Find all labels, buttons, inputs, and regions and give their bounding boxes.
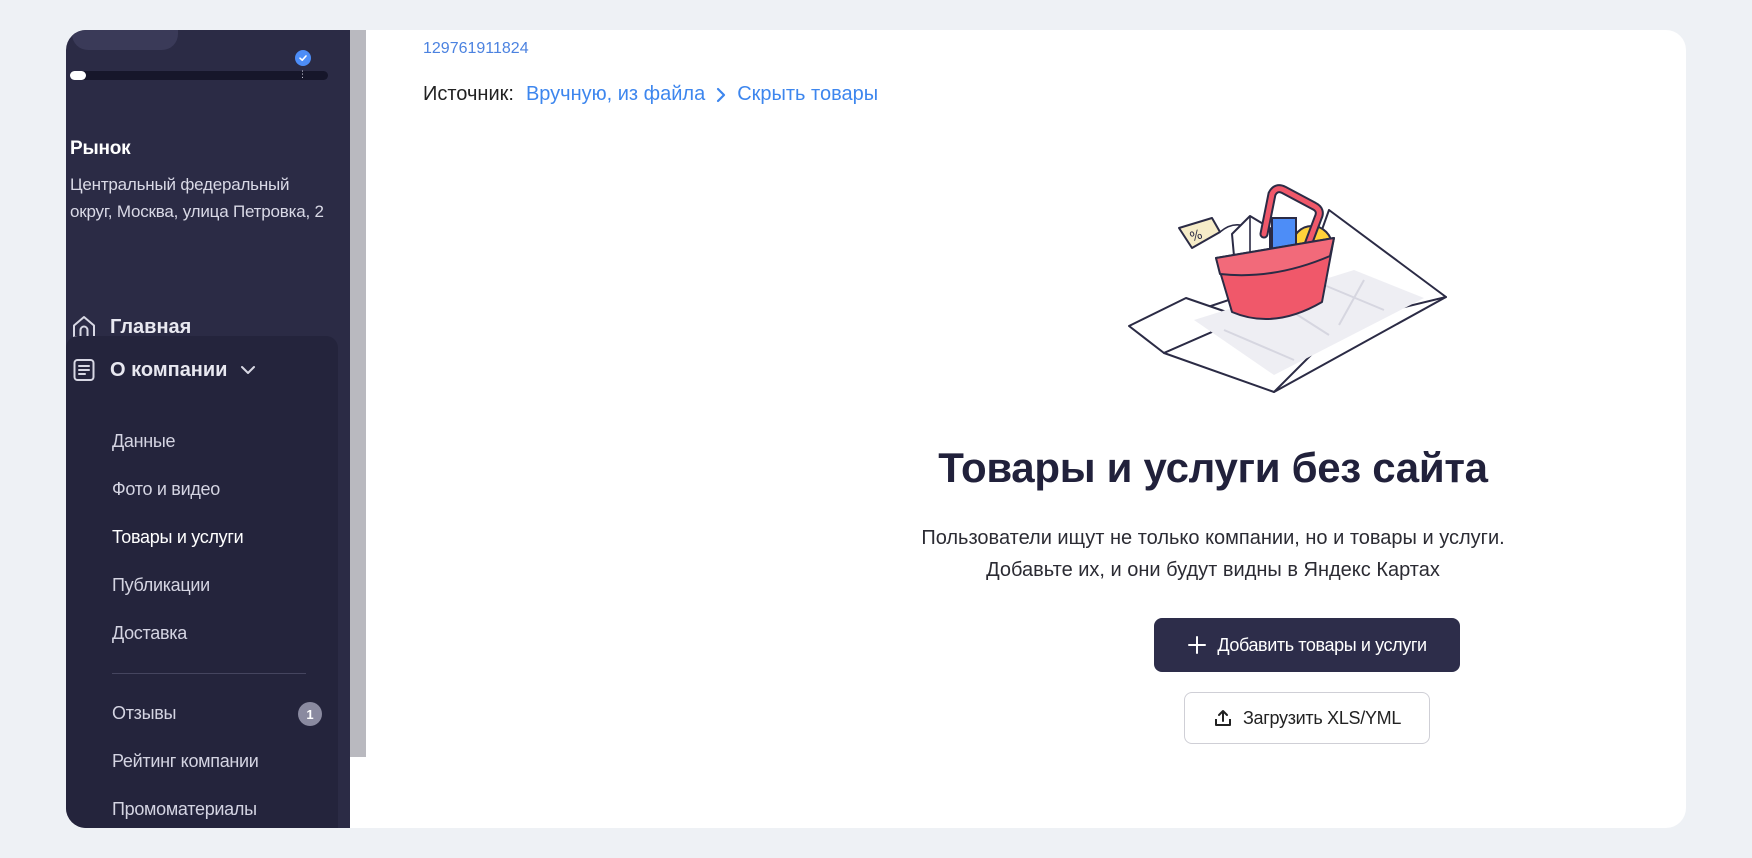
source-row: Источник: Вручную, из файла Скрыть товар… <box>423 83 878 106</box>
sidebar-item-photo-video[interactable]: Фото и видео <box>112 479 220 500</box>
verified-check-icon <box>295 50 311 66</box>
empty-state-line-1: Пользователи ищут не только компании, но… <box>921 527 1505 549</box>
sidebar-item-rating[interactable]: Рейтинг компании <box>112 751 259 772</box>
upload-icon <box>1214 710 1231 726</box>
org-name: Рынок <box>70 138 131 159</box>
hide-goods-link[interactable]: Скрыть товары <box>737 83 878 106</box>
source-label: Источник: <box>423 83 514 105</box>
basket-illustration: % <box>1128 184 1447 393</box>
sidebar-item-promo[interactable]: Промоматериалы <box>112 799 257 820</box>
plus-icon <box>1188 636 1207 654</box>
chevron-down-icon <box>241 366 256 374</box>
chevron-right-icon <box>715 87 727 103</box>
app-frame: ⋮ Рынок Центральный федеральный округ, М… <box>66 30 1686 828</box>
empty-state-line-2: Добавьте их, и они будут видны в Яндекс … <box>986 559 1440 581</box>
sidebar-item-data[interactable]: Данные <box>112 431 176 452</box>
sidebar-item-publications[interactable]: Публикации <box>112 575 210 596</box>
company-section: О компании Данные Фото и видео Товары и … <box>66 336 338 828</box>
reviews-count-badge: 1 <box>298 702 322 726</box>
sidebar-top-card <box>72 30 178 50</box>
add-goods-button[interactable]: Добавить товары и услуги <box>1154 618 1460 672</box>
sidebar-item-reviews[interactable]: Отзывы <box>112 703 176 724</box>
sidebar-item-delivery[interactable]: Доставка <box>112 623 187 644</box>
empty-state-title: Товары и услуги без сайта <box>938 444 1488 491</box>
nav-company-label: О компании <box>110 358 228 381</box>
sidebar-item-goods-services[interactable]: Товары и услуги <box>112 527 244 548</box>
sidebar-scrollbar[interactable] <box>350 30 366 757</box>
document-icon <box>73 359 95 381</box>
upload-file-button[interactable]: Загрузить XLS/YML <box>1184 692 1430 744</box>
empty-state-text: Пользователи ищут не только компании, но… <box>666 522 1686 586</box>
company-id: 129761911824 <box>423 40 529 57</box>
profile-progress-fill <box>70 71 86 80</box>
nav-item-company[interactable]: О компании <box>70 356 257 384</box>
org-address: Центральный федеральный округ, Москва, у… <box>70 175 324 221</box>
add-goods-label: Добавить товары и услуги <box>1217 634 1427 655</box>
sidebar-divider <box>112 673 306 674</box>
upload-file-label: Загрузить XLS/YML <box>1242 707 1402 728</box>
profile-progress-track <box>70 71 328 80</box>
more-dots-icon[interactable]: ⋮ <box>298 70 307 79</box>
sidebar: ⋮ Рынок Центральный федеральный округ, М… <box>66 30 350 828</box>
source-link[interactable]: Вручную, из файла <box>526 83 705 106</box>
